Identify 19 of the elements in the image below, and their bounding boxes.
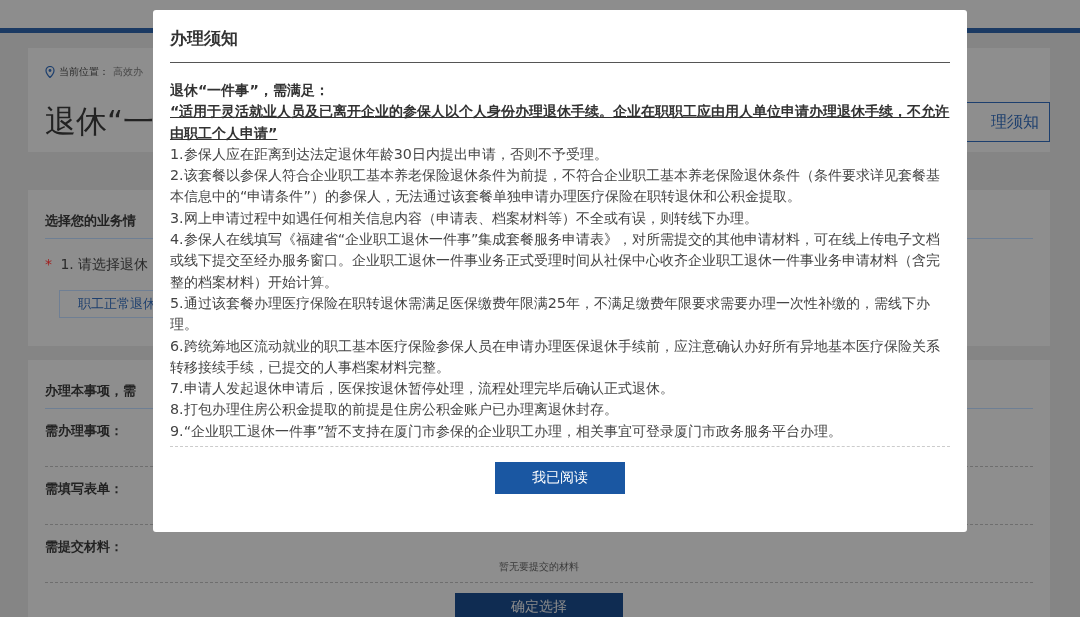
notice-intro: 退休“一件事”，需满足： — [170, 81, 330, 100]
notice-item: 1.参保人应在距离到达法定退休年龄30日内提出申请，否则不予受理。 — [170, 144, 609, 164]
requirement-label: 需提交材料： — [45, 538, 123, 556]
dialog-title: 办理须知 — [170, 10, 950, 63]
page-title: 退休“一 — [45, 102, 155, 141]
breadcrumb-link[interactable]: 高效办 — [113, 65, 143, 79]
read-confirm-button[interactable]: 我已阅读 — [495, 462, 625, 495]
notice-condition: “适用于灵活就业人员及已离开企业的参保人以个人身份办理退休手续。企业在职职工应由用人单位申请办理退休手续，不允许由职工个人申请” — [170, 102, 950, 143]
required-mark: * — [45, 256, 52, 272]
location-pin-icon — [45, 66, 55, 78]
notice-item: 9.“企业职工退休一件事”暂不支持在厦门市参保的企业职工办理，相关事宜可登录厦门市政务服务平台办理。 — [170, 421, 844, 441]
confirm-selection-button[interactable]: 确定选择 — [455, 593, 623, 617]
notice-item: 3.网上申请过程中如遇任何相关信息内容（申请表、档案材料等）不全或有误，则转线下办理。 — [170, 208, 759, 228]
requirement-label: 需填写表单： — [45, 480, 123, 498]
requirement-value: 暂无要提交的材料 — [499, 561, 579, 572]
notice-item: 7.申请人发起退休申请后，医保按退休暂停处理，流程处理完毕后确认正式退休。 — [170, 379, 675, 399]
breadcrumb-label: 当前位置： — [59, 65, 109, 79]
question-label: 1. 请选择退休 — [60, 256, 149, 272]
requirement-label: 需办理事项： — [45, 422, 123, 440]
